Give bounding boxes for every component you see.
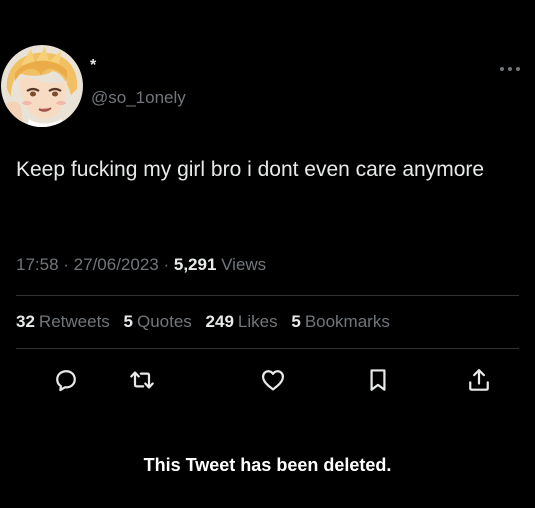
quotes-label: Quotes [137, 312, 192, 331]
meta-separator: · [158, 255, 174, 274]
share-icon[interactable] [465, 366, 493, 394]
meta-separator: · [58, 255, 74, 274]
reply-icon[interactable] [52, 366, 80, 394]
tweet-meta: 17:58 · 27/06/2023 · 5,291 Views [16, 254, 266, 276]
quotes-count: 5 [123, 312, 133, 331]
action-bar [0, 366, 535, 396]
avatar[interactable] [1, 45, 83, 127]
tweet-date[interactable]: 27/06/2023 [74, 255, 159, 274]
retweets-count: 32 [16, 312, 35, 331]
user-handle[interactable]: @so_1onely [91, 88, 186, 108]
bookmarks-count: 5 [291, 312, 301, 331]
tweet-text: Keep fucking my girl bro i dont even car… [16, 158, 485, 181]
quotes-stat[interactable]: 5 Quotes [124, 312, 192, 331]
deleted-notice: This Tweet has been deleted. [143, 455, 392, 475]
display-name[interactable]: * [90, 58, 96, 74]
divider [16, 348, 519, 349]
tweet-stats: 32 Retweets 5 Quotes 249 Likes 5 Bookmarks [16, 311, 399, 333]
likes-stat[interactable]: 249 Likes [206, 312, 278, 331]
views-label: Views [221, 255, 267, 274]
retweets-stat[interactable]: 32 Retweets [16, 312, 110, 331]
bookmarks-stat[interactable]: 5 Bookmarks [291, 312, 390, 331]
likes-count: 249 [205, 312, 234, 331]
like-icon[interactable] [259, 366, 287, 394]
divider [16, 295, 519, 296]
retweets-label: Retweets [38, 312, 110, 331]
views-count: 5,291 [173, 255, 217, 274]
tweet-time[interactable]: 17:58 [16, 255, 59, 274]
tweet-card: * @so_1onely Keep fucking my girl bro i … [0, 0, 535, 508]
more-options-icon[interactable] [499, 64, 521, 74]
bookmark-icon[interactable] [364, 366, 392, 394]
bookmarks-label: Bookmarks [304, 312, 390, 331]
retweet-icon[interactable] [128, 366, 156, 394]
likes-label: Likes [237, 312, 278, 331]
anime-avatar-icon [1, 45, 83, 127]
